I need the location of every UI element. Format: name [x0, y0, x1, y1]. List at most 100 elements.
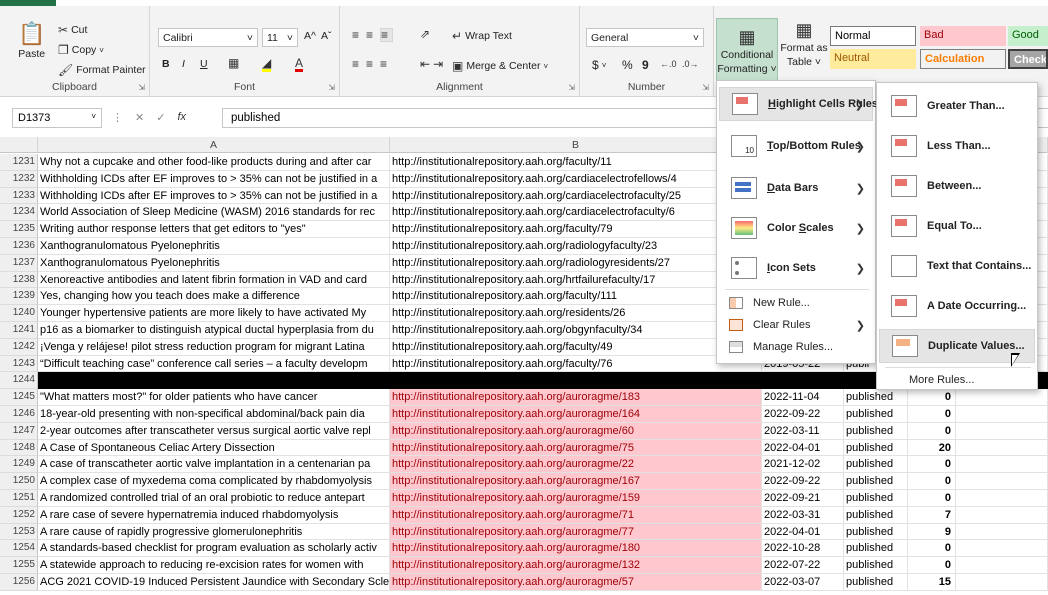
cell-e[interactable]: 9 — [908, 523, 956, 541]
cell-c[interactable] — [762, 372, 844, 390]
currency-button[interactable]: $ ˅ — [592, 58, 606, 72]
copy-button[interactable]: ❐ Copy ˅ — [58, 44, 104, 56]
cell-b[interactable]: http://institutionalrepository.aah.org/c… — [390, 204, 762, 222]
row-header[interactable]: 1241 — [0, 322, 38, 339]
cell-f[interactable] — [956, 473, 1048, 490]
percent-button[interactable]: % — [622, 58, 633, 72]
cell-f[interactable] — [956, 574, 1048, 591]
cell-b[interactable]: http://institutionalrepository.aah.org/a… — [390, 439, 762, 457]
submenu-item-between[interactable]: Between... — [879, 169, 1035, 203]
style-check-cell[interactable]: Check C — [1008, 49, 1048, 69]
cell-c[interactable]: 2022-04-01 — [762, 523, 844, 541]
cell-b[interactable]: http://institutionalrepository.aah.org/r… — [390, 238, 762, 255]
cell-d[interactable]: published — [844, 439, 908, 457]
row-header[interactable]: 1233 — [0, 187, 38, 205]
cell-e[interactable]: 0 — [908, 540, 956, 558]
font-color-button[interactable]: A — [295, 57, 304, 72]
font-name-combo[interactable]: Calibri ˅ — [158, 28, 258, 47]
cell-a[interactable]: p16 as a biomarker to distinguish atypic… — [38, 322, 390, 339]
select-all-corner[interactable] — [0, 137, 38, 153]
cell-b[interactable]: http://institutionalrepository.aah.org/a… — [390, 574, 762, 591]
cell-a[interactable]: Withholding ICDs after EF improves to > … — [38, 170, 390, 188]
cell-b[interactable]: http://institutionalrepository.aah.org/o… — [390, 322, 762, 339]
cell-e[interactable]: 0 — [908, 490, 956, 507]
row-header[interactable]: 1234 — [0, 204, 38, 222]
shrink-font-button[interactable]: Aˇ — [321, 30, 332, 42]
row-header[interactable]: 1236 — [0, 238, 38, 255]
cell-f[interactable] — [956, 540, 1048, 558]
submenu-item-less-than[interactable]: Less Than... — [879, 129, 1035, 163]
font-size-combo[interactable]: 11 ˅ — [262, 28, 298, 47]
cell-b[interactable]: http://institutionalrepository.aah.org/a… — [390, 506, 762, 524]
cell-e[interactable]: 0 — [908, 456, 956, 474]
cell-c[interactable]: 2021-12-02 — [762, 456, 844, 474]
cell-a[interactable]: Withholding ICDs after EF improves to > … — [38, 187, 390, 205]
cell-e[interactable]: 0 — [908, 473, 956, 490]
row-header[interactable]: 1250 — [0, 473, 38, 490]
submenu-item-more-rules[interactable]: More Rules... — [879, 371, 1035, 389]
cell-d[interactable]: published — [844, 574, 908, 591]
row-header[interactable]: 1239 — [0, 288, 38, 306]
increase-decimal-button[interactable]: ←.0 — [660, 58, 677, 70]
menu-item-icon-sets[interactable]: Icon Sets ❯ — [719, 251, 873, 285]
row-header[interactable]: 1251 — [0, 490, 38, 507]
cell-b[interactable]: http://institutionalrepository.aah.org/a… — [390, 473, 762, 490]
cell-f[interactable] — [956, 406, 1048, 423]
cell-b[interactable]: http://institutionalrepository.aah.org/a… — [390, 523, 762, 541]
row-header[interactable]: 1246 — [0, 406, 38, 423]
cell-c[interactable]: 2022-11-04 — [762, 389, 844, 406]
cell-a[interactable]: A rare case of severe hypernatremia indu… — [38, 506, 390, 524]
cell-e[interactable]: 15 — [908, 574, 956, 591]
cell-c[interactable]: 2022-09-22 — [762, 473, 844, 490]
merge-center-button[interactable]: ▣ Merge & Center ˅ — [452, 60, 548, 72]
cell-a[interactable]: Why not a cupcake and other food-like pr… — [38, 154, 390, 171]
underline-button[interactable]: U — [200, 58, 208, 70]
cell-d[interactable]: published — [844, 506, 908, 524]
cell-d[interactable]: published — [844, 540, 908, 558]
row-header[interactable]: 1231 — [0, 154, 38, 171]
row-header[interactable]: 1256 — [0, 574, 38, 591]
row-header[interactable]: 1248 — [0, 439, 38, 457]
enter-icon[interactable]: ✓ — [156, 111, 165, 124]
fill-color-button[interactable]: ◢ — [262, 57, 272, 72]
cell-a[interactable]: Xenoreactive antibodies and latent fibri… — [38, 271, 390, 289]
cell-d[interactable]: published — [844, 557, 908, 574]
orientation-button[interactable]: ⇗ — [420, 28, 430, 40]
cell-b[interactable]: http://institutionalrepository.aah.org/f… — [390, 338, 762, 356]
menu-item-data-bars[interactable]: Data Bars ❯ — [719, 171, 873, 205]
menu-item-highlight-cells-rules[interactable]: Highlight Cells Rules ❯ — [719, 87, 878, 121]
dialog-launcher-icon[interactable]: ⇲ — [328, 83, 335, 92]
cell-f[interactable] — [956, 389, 1048, 406]
row-header[interactable]: 1232 — [0, 170, 38, 188]
row-header[interactable]: 1245 — [0, 389, 38, 406]
cell-a[interactable]: A standards-based checklist for program … — [38, 540, 390, 558]
cell-b[interactable]: http://institutionalrepository.aah.org/a… — [390, 456, 762, 474]
menu-item-clear-rules[interactable]: Clear Rules ❯ — [719, 315, 873, 335]
format-painter-button[interactable]: 🖌 Format Painter — [58, 64, 146, 76]
row-header[interactable]: 1254 — [0, 540, 38, 558]
row-header[interactable]: 1252 — [0, 506, 38, 524]
cell-f[interactable] — [956, 557, 1048, 574]
cell-b[interactable]: http://institutionalrepository.aah.org/f… — [390, 355, 762, 373]
menu-item-manage-rules[interactable]: Manage Rules... — [719, 337, 873, 357]
cell-b[interactable]: http://institutionalrepository.aah.org/a… — [390, 540, 762, 558]
cell-b[interactable] — [390, 372, 762, 390]
cell-f[interactable] — [956, 490, 1048, 507]
horizontal-align-buttons[interactable]: ≡ ≡ ≡ — [352, 58, 391, 70]
paste-button[interactable]: 📋 Paste — [18, 22, 45, 61]
row-header[interactable]: 1244 — [0, 372, 38, 390]
submenu-item-equal-to[interactable]: Equal To... — [879, 209, 1035, 243]
cell-e[interactable]: 0 — [908, 406, 956, 423]
cell-d[interactable]: published — [844, 389, 908, 406]
cell-b[interactable]: http://institutionalrepository.aah.org/f… — [390, 288, 762, 306]
cell-a[interactable]: A Case of Spontaneous Celiac Artery Diss… — [38, 439, 390, 457]
cut-button[interactable]: ✂ Cut — [58, 24, 87, 36]
dialog-launcher-icon[interactable]: ⇲ — [702, 83, 709, 92]
dialog-launcher-icon[interactable]: ⇲ — [568, 83, 575, 92]
column-header-b[interactable]: B — [390, 137, 762, 153]
menu-item-color-scales[interactable]: Color Scales ❯ — [719, 211, 873, 245]
cell-c[interactable]: 2022-07-22 — [762, 557, 844, 574]
column-header-a[interactable]: A — [38, 137, 390, 153]
cell-b[interactable]: http://institutionalrepository.aah.org/r… — [390, 305, 762, 322]
cell-c[interactable]: 2022-03-07 — [762, 574, 844, 591]
